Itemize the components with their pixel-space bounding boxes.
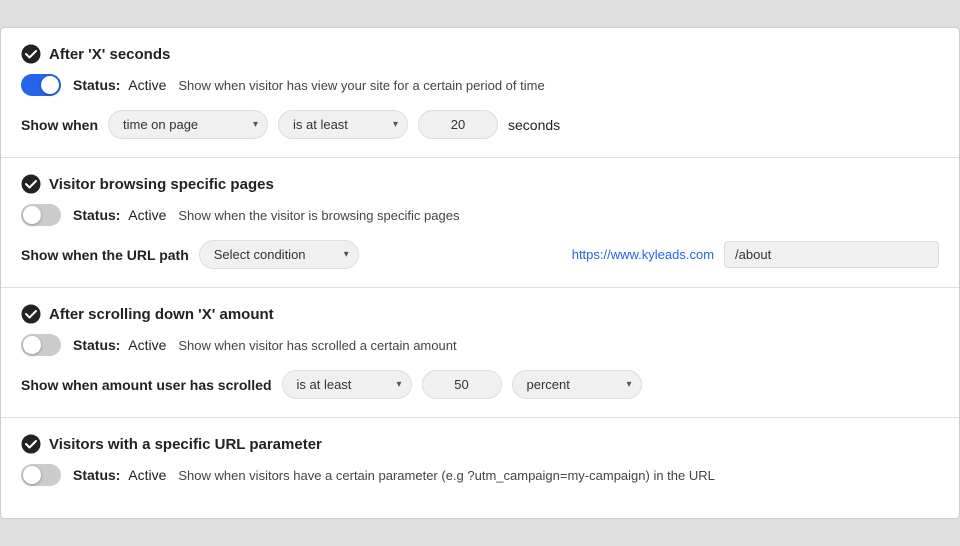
section-title-3: After scrolling down 'X' amount <box>49 306 274 323</box>
toggle-track-2[interactable] <box>21 204 61 226</box>
section-title-4: Visitors with a specific URL parameter <box>49 436 322 453</box>
section-scrolling: After scrolling down 'X' amount Status: … <box>1 288 959 418</box>
number-input-3[interactable] <box>422 370 502 399</box>
section-header-2: Visitor browsing specific pages <box>21 174 939 194</box>
section-header-1: After 'X' seconds <box>21 44 939 64</box>
toggle-4[interactable] <box>21 464 61 486</box>
section-title-2: Visitor browsing specific pages <box>49 176 274 193</box>
status-row-1: Status: Active Show when visitor has vie… <box>21 74 939 96</box>
select-wrapper-1b: is at least ▾ <box>278 110 408 139</box>
section-title-1: After 'X' seconds <box>49 46 170 63</box>
url-path-label: Show when the URL path <box>21 247 189 263</box>
toggle-knob-3 <box>23 336 41 354</box>
status-label-2: Status: Active <box>73 207 166 223</box>
check-icon-1 <box>21 44 41 64</box>
status-label-text-3: Status: <box>73 337 120 353</box>
controls-label-3: Show when amount user has scrolled <box>21 377 272 393</box>
status-label-4: Status: Active <box>73 467 166 483</box>
select-wrapper-1a: time on page ▾ <box>108 110 268 139</box>
status-label-3: Status: Active <box>73 337 166 353</box>
url-base-label: https://www.kyleads.com <box>572 247 714 262</box>
select-condition-1[interactable]: is at least <box>278 110 408 139</box>
select-wrapper-2: Select condition ▾ <box>199 240 359 269</box>
select-wrapper-3a: is at least ▾ <box>282 370 412 399</box>
status-row-4: Status: Active Show when visitors have a… <box>21 464 939 486</box>
controls-row-1: Show when time on page ▾ is at least ▾ s… <box>21 110 939 139</box>
toggle-1[interactable] <box>21 74 61 96</box>
status-value-2: Active <box>128 207 166 223</box>
select-time-on-page[interactable]: time on page <box>108 110 268 139</box>
toggle-track-1[interactable] <box>21 74 61 96</box>
section-browsing-pages: Visitor browsing specific pages Status: … <box>1 158 959 288</box>
url-path-container <box>724 241 939 268</box>
status-row-2: Status: Active Show when the visitor is … <box>21 204 939 226</box>
status-value-3: Active <box>128 337 166 353</box>
status-desc-1: Show when visitor has view your site for… <box>178 78 544 93</box>
section-after-x-seconds: After 'X' seconds Status: Active Show wh… <box>1 28 959 158</box>
url-path-input[interactable] <box>735 247 928 262</box>
status-row-3: Status: Active Show when visitor has scr… <box>21 334 939 356</box>
toggle-knob-2 <box>23 206 41 224</box>
toggle-3[interactable] <box>21 334 61 356</box>
settings-panel: After 'X' seconds Status: Active Show wh… <box>0 27 960 519</box>
select-scroll-unit[interactable]: percent <box>512 370 642 399</box>
toggle-knob-1 <box>41 76 59 94</box>
controls-row-3: Show when amount user has scrolled is at… <box>21 370 939 399</box>
toggle-knob-4 <box>23 466 41 484</box>
toggle-track-3[interactable] <box>21 334 61 356</box>
status-label-text-4: Status: <box>73 467 120 483</box>
url-row-2: Show when the URL path Select condition … <box>21 240 939 269</box>
status-value-1: Active <box>128 77 166 93</box>
check-icon-3 <box>21 304 41 324</box>
status-desc-4: Show when visitors have a certain parame… <box>178 468 715 483</box>
toggle-2[interactable] <box>21 204 61 226</box>
toggle-track-4[interactable] <box>21 464 61 486</box>
units-label-1: seconds <box>508 117 560 133</box>
status-desc-3: Show when visitor has scrolled a certain… <box>178 338 456 353</box>
status-desc-2: Show when the visitor is browsing specif… <box>178 208 459 223</box>
select-wrapper-3b: percent ▾ <box>512 370 642 399</box>
status-label-text-2: Status: <box>73 207 120 223</box>
status-label-text-1: Status: <box>73 77 120 93</box>
section-url-parameter: Visitors with a specific URL parameter S… <box>1 418 959 518</box>
check-icon-4 <box>21 434 41 454</box>
section-header-4: Visitors with a specific URL parameter <box>21 434 939 454</box>
select-condition-2[interactable]: Select condition <box>199 240 359 269</box>
status-value-4: Active <box>128 467 166 483</box>
status-label-1: Status: Active <box>73 77 166 93</box>
check-icon-2 <box>21 174 41 194</box>
number-input-1[interactable] <box>418 110 498 139</box>
select-scroll-condition[interactable]: is at least <box>282 370 412 399</box>
section-header-3: After scrolling down 'X' amount <box>21 304 939 324</box>
controls-label-1: Show when <box>21 117 98 133</box>
